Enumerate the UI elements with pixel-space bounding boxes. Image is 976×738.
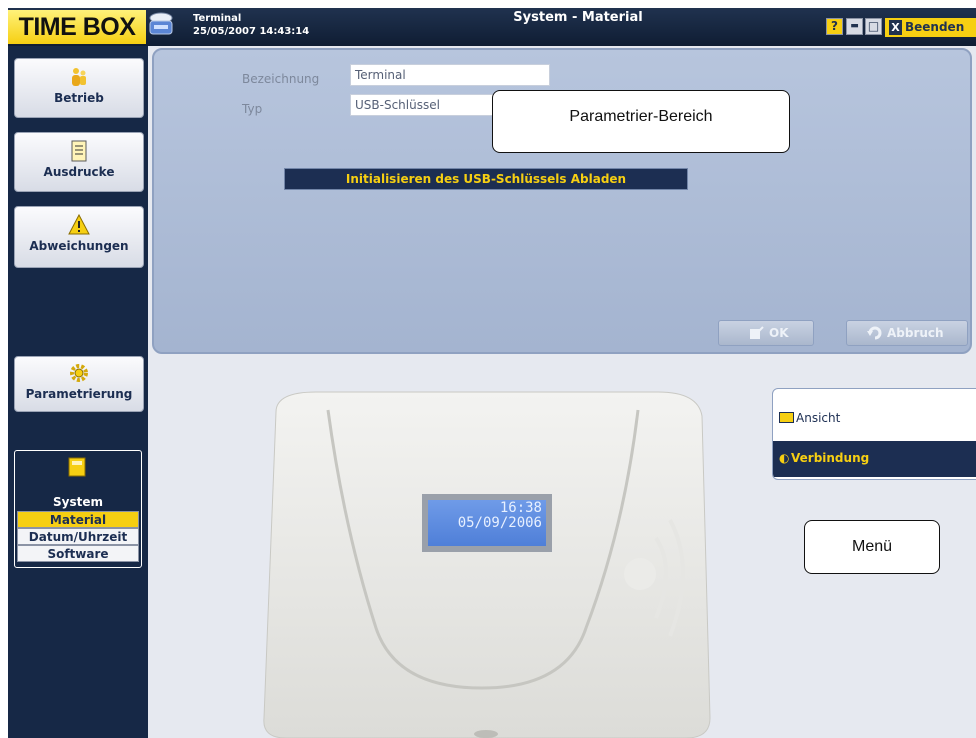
title-bar: TIME BOX Terminal 25/05/2007 14:43:14 Sy… bbox=[8, 8, 976, 46]
sidebar-system-label: System bbox=[53, 495, 103, 509]
sidebar: Betrieb Ausdrucke Abweichungen Parametri… bbox=[8, 46, 148, 738]
sidebar-item-betrieb[interactable]: Betrieb bbox=[14, 58, 144, 118]
connection-icon: ◐ bbox=[779, 451, 790, 465]
warning-icon bbox=[68, 213, 90, 235]
terminal-info: Terminal 25/05/2007 14:43:14 bbox=[193, 12, 309, 38]
app-logo: TIME BOX bbox=[8, 10, 146, 44]
maximize-button[interactable]: □ bbox=[865, 18, 882, 35]
exit-button[interactable]: X Beenden bbox=[885, 18, 976, 37]
type-label: Typ bbox=[242, 102, 263, 116]
sidebar-subitem-software[interactable]: Software bbox=[17, 545, 139, 562]
ok-button[interactable]: OK bbox=[718, 320, 814, 346]
app-window: TIME BOX Terminal 25/05/2007 14:43:14 Sy… bbox=[8, 8, 976, 738]
sidebar-item-label: Parametrierung bbox=[25, 387, 133, 401]
window-title: System - Material bbox=[513, 10, 643, 25]
menu-item-verbindung[interactable]: ◐ Verbindung bbox=[773, 441, 976, 477]
terminal-datetime: 25/05/2007 14:43:14 bbox=[193, 26, 310, 37]
document-icon bbox=[71, 140, 87, 162]
terminal-name: Terminal bbox=[193, 13, 242, 24]
device-lcd-display: 16:38 05/09/2006 bbox=[422, 494, 552, 552]
lcd-time: 16:38 bbox=[499, 500, 542, 516]
folder-icon bbox=[68, 457, 86, 477]
cancel-label: Abbruch bbox=[887, 326, 944, 340]
minimize-button[interactable]: ▬ bbox=[846, 18, 863, 35]
sidebar-item-label: Ausdrucke bbox=[43, 165, 115, 179]
sidebar-subitem-datum-uhrzeit[interactable]: Datum/Uhrzeit bbox=[17, 528, 139, 545]
sidebar-subitem-material[interactable]: Material bbox=[17, 511, 139, 528]
help-button[interactable]: ? bbox=[826, 18, 843, 35]
cancel-button[interactable]: Abbruch bbox=[846, 320, 968, 346]
name-label: Bezeichnung bbox=[242, 72, 320, 86]
sidebar-item-label: Betrieb bbox=[54, 91, 104, 105]
usb-init-button[interactable]: Initialisieren des USB-Schlüssels Ablade… bbox=[284, 168, 688, 190]
ok-icon bbox=[750, 326, 764, 339]
callout-parameter-area: Parametrier-Bereich bbox=[492, 90, 790, 153]
sidebar-item-parametrierung[interactable]: Parametrierung bbox=[14, 356, 144, 412]
ok-label: OK bbox=[769, 326, 789, 340]
menu-item-ansicht[interactable]: Ansicht bbox=[773, 407, 976, 429]
menu-item-label: Verbindung bbox=[791, 451, 870, 465]
menu-item-label: Ansicht bbox=[796, 411, 841, 425]
undo-icon bbox=[867, 326, 882, 340]
sidebar-item-ausdrucke[interactable]: Ausdrucke bbox=[14, 132, 144, 192]
lcd-date: 05/09/2006 bbox=[457, 515, 542, 531]
gear-icon bbox=[70, 364, 88, 382]
view-icon bbox=[779, 412, 794, 423]
callout-menu: Menü bbox=[804, 520, 940, 574]
sidebar-item-label: Abweichungen bbox=[29, 239, 129, 253]
close-icon: X bbox=[889, 20, 902, 35]
name-field[interactable]: Terminal bbox=[350, 64, 550, 86]
sidebar-item-abweichungen[interactable]: Abweichungen bbox=[14, 206, 144, 268]
people-icon bbox=[72, 68, 86, 86]
sidebar-system-group: System Material Datum/Uhrzeit Software bbox=[14, 450, 142, 568]
exit-label: Beenden bbox=[905, 20, 965, 34]
terminal-icon bbox=[148, 12, 174, 40]
terminal-device-image bbox=[263, 391, 711, 738]
context-menu: Ansicht ◐ Verbindung bbox=[772, 388, 976, 480]
type-field[interactable]: USB-Schlüssel bbox=[350, 94, 500, 116]
